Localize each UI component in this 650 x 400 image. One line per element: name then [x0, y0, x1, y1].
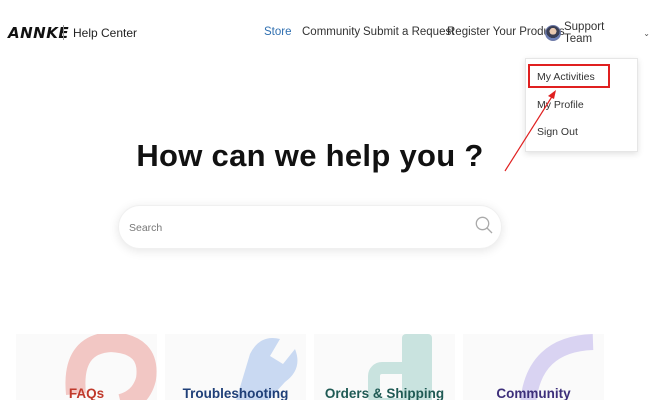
menu-item-my-profile[interactable]: My Profile — [537, 99, 584, 111]
category-label: Troubleshooting — [182, 386, 289, 400]
category-card-community[interactable]: Community — [463, 334, 604, 400]
search-input[interactable] — [129, 218, 459, 238]
nav-submit-request[interactable]: Submit a Request — [363, 26, 454, 38]
site-header: ANNKE Help Center Store Community Submit… — [0, 0, 650, 66]
category-card-orders-shipping[interactable]: Orders & Shipping — [314, 334, 455, 400]
avatar-icon — [545, 25, 561, 41]
user-menu-toggle[interactable]: Support Team ⌄ — [545, 21, 650, 45]
category-label: FAQs — [68, 386, 105, 400]
category-card-faqs[interactable]: FAQs — [16, 334, 157, 400]
site-name[interactable]: Help Center — [73, 26, 137, 40]
category-label: Orders & Shipping — [324, 386, 445, 400]
annke-logo[interactable]: ANNKE — [8, 24, 69, 42]
chevron-down-icon: ⌄ — [643, 28, 650, 38]
search-icon[interactable] — [474, 215, 494, 235]
user-name: Support Team — [563, 21, 605, 45]
category-label: Community — [496, 386, 571, 400]
nav-community[interactable]: Community — [302, 26, 360, 38]
category-card-troubleshooting[interactable]: Troubleshooting — [165, 334, 306, 400]
menu-item-my-activities[interactable]: My Activities — [537, 71, 595, 83]
search-bar — [118, 205, 502, 249]
logo-divider — [63, 25, 64, 40]
nav-store[interactable]: Store — [264, 26, 292, 38]
hero-title: How can we help you ? — [136, 138, 484, 173]
menu-item-sign-out[interactable]: Sign Out — [537, 126, 578, 138]
